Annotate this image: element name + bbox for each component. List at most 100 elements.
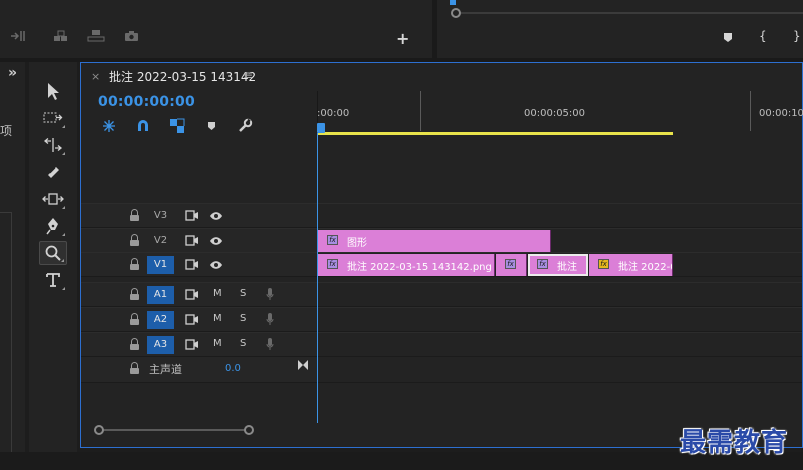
linked-selection-icon[interactable] — [169, 118, 185, 137]
track-content[interactable] — [318, 333, 802, 357]
master-track-row: 主声道 0.0 — [81, 357, 802, 383]
track-header: 主声道 0.0 — [81, 357, 317, 383]
overwrite-icon[interactable] — [53, 30, 71, 46]
track-content[interactable]: fx 批注 2022-03-15 143142.png fx fx 批注 fx … — [318, 253, 802, 277]
mic-icon[interactable] — [266, 337, 274, 354]
timeline-zoom-handle-left[interactable] — [94, 425, 104, 435]
add-marker-icon[interactable] — [207, 121, 216, 134]
lock-icon[interactable] — [129, 258, 141, 271]
out-point-icon[interactable]: } — [793, 29, 801, 43]
razor-tool[interactable] — [39, 160, 67, 184]
plus-icon[interactable]: + — [396, 29, 409, 48]
snap-icon[interactable] — [136, 119, 150, 136]
track-header: A1 M S — [81, 283, 317, 307]
clip-selected[interactable]: fx 批注 — [528, 254, 588, 276]
eye-icon[interactable] — [209, 260, 223, 273]
insert-icon[interactable] — [10, 30, 26, 46]
track-label[interactable]: A3 — [147, 336, 174, 354]
go-to-end-icon[interactable] — [298, 360, 308, 373]
mic-icon[interactable] — [266, 312, 274, 329]
ruler-label-10s: 00:00:10 — [759, 108, 803, 119]
track-row-v2: V2 fx 图形 — [81, 228, 802, 253]
track-content[interactable] — [318, 283, 802, 307]
master-volume-value[interactable]: 0.0 — [225, 363, 241, 374]
camera-icon[interactable] — [124, 30, 139, 46]
pen-icon — [46, 218, 58, 235]
lock-icon[interactable] — [129, 234, 141, 247]
ripple-edit-tool[interactable] — [39, 133, 67, 157]
clip-graphic[interactable]: fx 图形 — [318, 230, 551, 252]
playhead-timecode[interactable]: 00:00:00:00 — [98, 94, 195, 110]
lock-icon[interactable] — [129, 338, 141, 351]
track-select-tool[interactable] — [39, 106, 67, 130]
project-panel-label: 项 — [0, 124, 13, 138]
nest-icon[interactable] — [102, 119, 116, 136]
ripple-icon — [43, 138, 63, 152]
settings-wrench-icon[interactable] — [237, 118, 253, 137]
track-label[interactable]: A1 — [147, 286, 174, 304]
pen-tool[interactable] — [39, 214, 67, 238]
marker-icon[interactable] — [723, 32, 733, 46]
expand-panel-icon[interactable]: » — [8, 65, 17, 81]
lock-icon[interactable] — [129, 288, 141, 301]
clip-name: 批注 — [557, 262, 577, 273]
ruler-tick — [420, 91, 421, 131]
mute-button[interactable]: M — [213, 338, 222, 349]
program-scroll-handle[interactable] — [451, 8, 461, 18]
track-label[interactable]: V2 — [147, 232, 174, 250]
sync-lock-icon[interactable] — [185, 289, 199, 303]
sync-lock-icon[interactable] — [185, 339, 199, 353]
timeline-zoom-handle-right[interactable] — [244, 425, 254, 435]
track-label[interactable]: A2 — [147, 311, 174, 329]
sync-lock-icon[interactable] — [185, 259, 199, 273]
track-content[interactable] — [318, 308, 802, 332]
timeline-panel: × 批注 2022-03-15 143142 ≡ 00:00:00:00 :00… — [80, 62, 803, 448]
track-content[interactable] — [318, 204, 802, 228]
mic-icon[interactable] — [266, 287, 274, 304]
eye-icon[interactable] — [209, 236, 223, 249]
sync-lock-icon[interactable] — [185, 314, 199, 328]
playhead-handle[interactable] — [317, 123, 325, 133]
track-content[interactable]: fx 图形 — [318, 229, 802, 253]
track-label[interactable]: V1 — [147, 256, 174, 274]
lock-icon[interactable] — [129, 209, 141, 222]
solo-button[interactable]: S — [240, 338, 246, 349]
lock-icon[interactable] — [129, 313, 141, 326]
sync-lock-icon[interactable] — [185, 235, 199, 249]
in-point-icon[interactable]: { — [759, 29, 767, 43]
project-panel: » 项 — [0, 62, 25, 467]
panel-menu-icon[interactable]: ≡ — [243, 68, 253, 82]
clip-image-2[interactable]: fx 批注 2022-0 — [589, 254, 673, 276]
track-content[interactable] — [318, 357, 802, 383]
clip-name: 批注 2022-0 — [618, 262, 673, 273]
clip-image-1[interactable]: fx 批注 2022-03-15 143142.png — [318, 254, 495, 276]
tool-flyout-indicator — [62, 125, 65, 128]
track-label[interactable]: V3 — [147, 207, 174, 225]
eye-icon[interactable] — [209, 211, 223, 224]
solo-button[interactable]: S — [240, 313, 246, 324]
slip-tool[interactable] — [39, 187, 67, 211]
tool-flyout-indicator — [62, 233, 65, 236]
tool-flyout-indicator — [62, 152, 65, 155]
mute-button[interactable]: M — [213, 313, 222, 324]
type-tool[interactable] — [39, 268, 67, 292]
lift-icon[interactable] — [87, 29, 105, 46]
mute-button[interactable]: M — [213, 288, 222, 299]
solo-button[interactable]: S — [240, 288, 246, 299]
sync-lock-icon[interactable] — [185, 210, 199, 224]
magnifier-icon — [45, 245, 61, 261]
project-list[interactable] — [0, 212, 12, 467]
arrow-icon — [48, 83, 59, 100]
close-tab-button[interactable]: × — [91, 70, 100, 83]
zoom-tool[interactable] — [39, 241, 67, 265]
work-area-bar[interactable] — [317, 132, 673, 135]
clip-short[interactable]: fx — [496, 254, 527, 276]
sequence-tab-title[interactable]: 批注 2022-03-15 143142 — [109, 68, 256, 85]
selection-tool[interactable] — [39, 79, 67, 103]
program-playhead[interactable] — [450, 0, 456, 5]
clip-name: 图形 — [347, 238, 367, 249]
track-row-a3: A3 M S — [81, 332, 802, 357]
timeline-zoom-scroll-track[interactable] — [95, 429, 251, 431]
lock-icon[interactable] — [129, 362, 141, 375]
master-track-label: 主声道 — [149, 363, 182, 376]
